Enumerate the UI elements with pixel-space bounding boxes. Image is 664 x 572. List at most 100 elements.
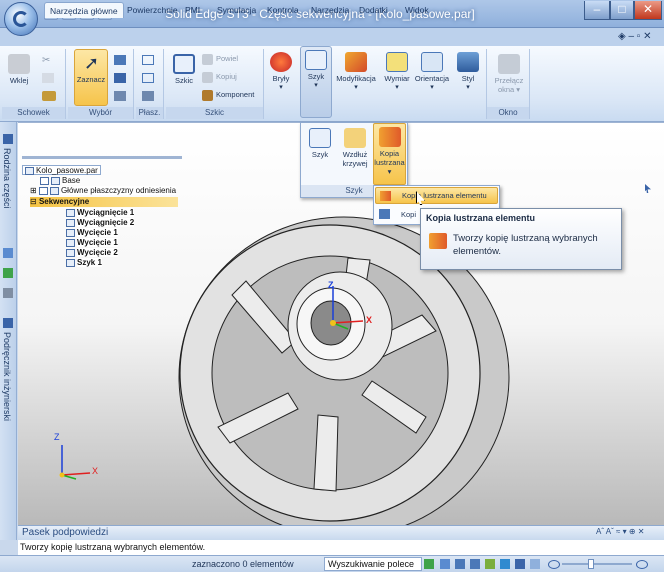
tree-sequential-group[interactable]: ⊟ Sekwencyjne: [30, 197, 178, 207]
selection-status: zaznaczono 0 elementów: [192, 559, 294, 569]
pointer-icon: ➚: [84, 53, 100, 73]
select-tool-icon[interactable]: [114, 55, 126, 65]
triad-origin: [59, 472, 65, 478]
tree-feature[interactable]: Wycięcie 2: [66, 248, 118, 258]
tab-narzedzia[interactable]: Narzędzia: [306, 2, 354, 18]
maximize-button[interactable]: □: [610, 1, 634, 20]
view-style-icon[interactable]: [515, 559, 525, 569]
ribbon-tab-row: [0, 28, 664, 46]
tree-feature[interactable]: Wyciągnięcie 2: [66, 218, 135, 228]
hint-panel-text: Tworzy kopię lustrzaną wybranych element…: [20, 542, 206, 552]
tree-feature[interactable]: Wyciągnięcie 1: [66, 208, 135, 218]
zoom-icon[interactable]: [470, 559, 480, 569]
x-axis-label: X: [366, 315, 373, 325]
feature-icon: [66, 238, 75, 247]
group-szkic: Szkic Powiel Kopiuj Komponent Szkic: [166, 49, 264, 119]
feature-icon: [66, 208, 75, 217]
menu-item-mirror-feature[interactable]: Kopia lustrzana elementu: [375, 187, 498, 204]
tree-feature[interactable]: Wycięcie 1: [66, 228, 118, 238]
tab-kontrola[interactable]: Kontrola: [262, 2, 304, 18]
coord-system-icon: [51, 176, 60, 185]
tab-pmi[interactable]: PMI: [180, 2, 205, 18]
ribbon: Wklej ✂ Schowek ➚ Zaznacz Wybór Płasz. Sz…: [0, 46, 664, 122]
tab-widok[interactable]: Widok: [400, 2, 434, 18]
zoom-out-icon[interactable]: [548, 560, 560, 569]
curve-pattern-icon: [344, 128, 366, 148]
modyfikacja-button[interactable]: Modyfikacja ▾: [336, 49, 376, 91]
app-menu-button[interactable]: [4, 2, 38, 36]
zoom-slider-thumb[interactable]: [588, 559, 594, 569]
spoke: [313, 414, 339, 492]
styl-button[interactable]: Styl ▾: [454, 49, 482, 91]
mirror-copy-button[interactable]: Kopia lustrzana ▾: [373, 123, 406, 185]
pattern-feature-icon: [66, 258, 75, 267]
feature-icon: [66, 218, 75, 227]
tree-feature[interactable]: Szyk 1: [66, 258, 102, 268]
copy-icon[interactable]: [42, 73, 54, 83]
powiel-button[interactable]: Powiel: [202, 52, 238, 66]
plane-icon[interactable]: [142, 55, 154, 65]
coord-icon[interactable]: [142, 91, 154, 101]
tab-narzedzia-glowne[interactable]: Narzędzia główne: [44, 2, 124, 18]
part-icon: [25, 166, 34, 175]
przelacz-okna-button[interactable]: Przełącz okna ▾: [491, 51, 527, 94]
group-plasz: Płasz.: [136, 49, 164, 119]
library-icon[interactable]: [3, 268, 13, 278]
rotate-icon[interactable]: [500, 559, 510, 569]
zoom-in-icon[interactable]: [636, 560, 648, 569]
hint-panel-controls[interactable]: Aˆ Aˇ ≈ ▾ ⊕ ✕: [596, 527, 644, 536]
tooltip: Kopia lustrzana elementu Tworzy kopię lu…: [420, 208, 622, 270]
mirror-feature-icon: [380, 191, 391, 201]
komponent-icon: [202, 89, 213, 101]
pan-icon[interactable]: [485, 559, 495, 569]
tab-podrecznik-inzynierski[interactable]: Podręcznik inżynierski: [2, 332, 12, 421]
close-button[interactable]: ✕: [634, 1, 662, 20]
szyk-pattern-button[interactable]: Szyk: [305, 125, 335, 159]
wymiar-button[interactable]: Wymiar ▾: [380, 49, 414, 91]
engineering-handbook-icon[interactable]: [3, 318, 13, 328]
bryly-button[interactable]: Bryły ▾: [266, 49, 296, 91]
komponent-button[interactable]: Komponent: [202, 88, 254, 102]
along-curve-button[interactable]: Wzdłuż krzywej: [339, 125, 371, 168]
group-label-schowek: Schowek: [2, 107, 65, 119]
tab-dodatki[interactable]: Dodatki: [354, 2, 393, 18]
mirror-icon: [378, 127, 401, 147]
tab-powierzchnie[interactable]: Powierzchnie: [122, 2, 183, 18]
szyk-button[interactable]: Szyk ▾: [300, 46, 332, 118]
view-fit-icon[interactable]: [440, 559, 450, 569]
dimension-icon: [386, 52, 408, 72]
group-label-plasz: Płasz.: [136, 107, 163, 119]
format-painter-icon[interactable]: [42, 91, 56, 101]
select-options-icon[interactable]: [114, 91, 126, 101]
tree-planes[interactable]: ⊞ Główne płaszczyzny odniesienia: [30, 186, 177, 196]
minimize-button[interactable]: –: [584, 1, 610, 20]
cut-icon[interactable]: ✂: [42, 55, 54, 66]
hint-panel: Pasek podpowiedzi Aˆ Aˇ ≈ ▾ ⊕ ✕ Tworzy k…: [18, 525, 664, 555]
filter-icon[interactable]: [114, 73, 126, 83]
tab-symulacja[interactable]: Symulacja: [212, 2, 261, 18]
szkic-button[interactable]: Szkic: [170, 51, 198, 85]
tree-base[interactable]: Base: [40, 176, 81, 186]
plane-options-icon[interactable]: [142, 73, 154, 83]
tree-feature[interactable]: Wycięcie 1: [66, 238, 118, 248]
group-okno: Przełącz okna ▾ Okno: [486, 49, 530, 119]
pattern-icon: [309, 128, 331, 148]
checkbox-icon: [38, 186, 48, 195]
tree-root[interactable]: Kolo_pasowe.par: [22, 165, 101, 175]
search-go-icon[interactable]: [424, 559, 434, 569]
shading-icon[interactable]: [530, 559, 540, 569]
tab-rodzina-czesci[interactable]: Rodzina części: [2, 148, 12, 209]
hint-panel-header: [18, 526, 664, 540]
help-and-window-controls[interactable]: ◈ – ▫ ✕: [618, 31, 652, 42]
layers-icon[interactable]: [3, 248, 13, 258]
orientacja-button[interactable]: Orientacja ▾: [414, 49, 450, 91]
zoom-slider-track[interactable]: [562, 563, 632, 565]
app-logo-icon: [13, 11, 29, 27]
paste-button[interactable]: Wklej: [6, 51, 32, 85]
zaznacz-button[interactable]: ➚ Zaznacz: [74, 49, 108, 106]
sensor-icon[interactable]: [3, 288, 13, 298]
parts-family-icon[interactable]: [3, 134, 13, 144]
command-search-input[interactable]: Wyszukiwanie polece: [324, 557, 422, 571]
zoom-area-icon[interactable]: [455, 559, 465, 569]
kopiuj-button[interactable]: Kopiuj: [202, 70, 237, 84]
